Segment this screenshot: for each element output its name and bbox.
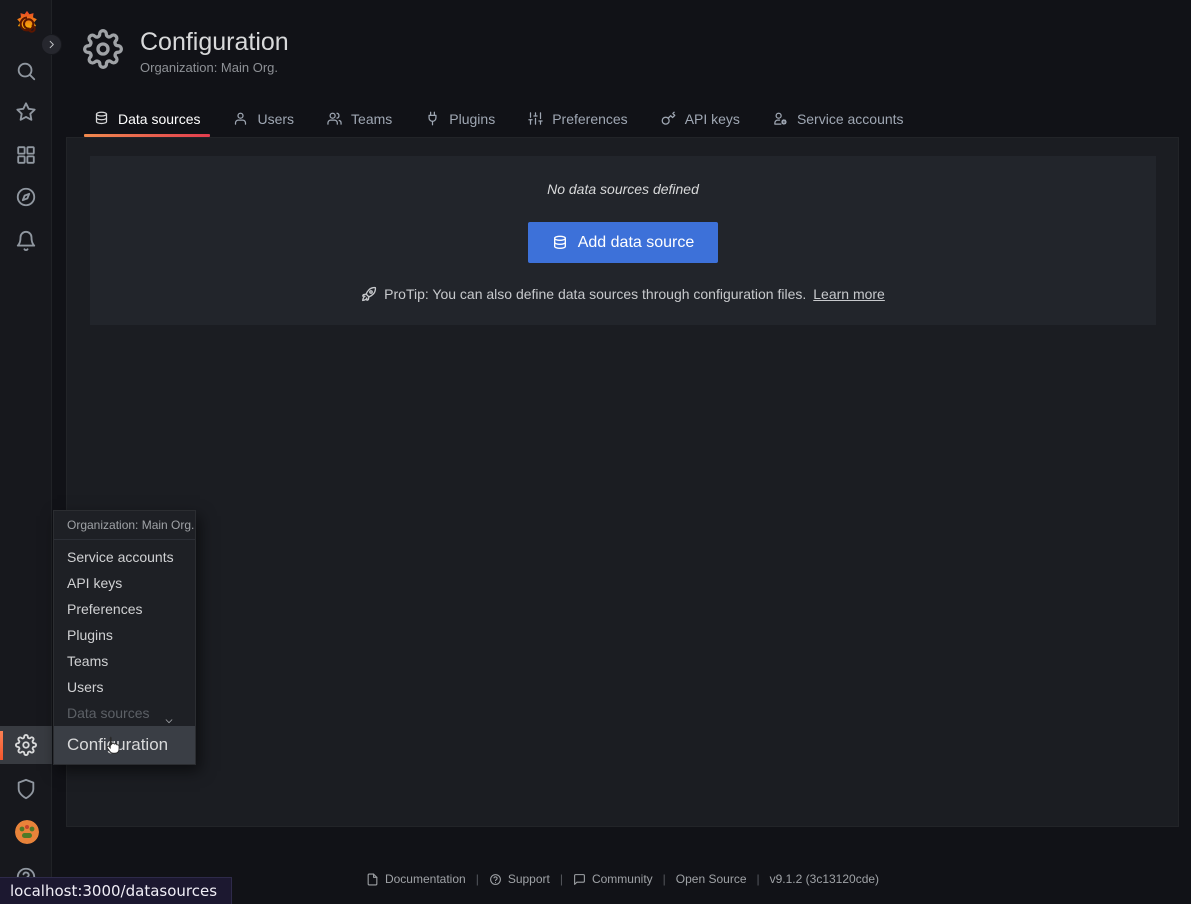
page-title: Configuration [140, 28, 289, 56]
footer-link-support[interactable]: Support [489, 872, 550, 886]
tab-label: Users [257, 111, 294, 127]
main-content: No data sources defined Add data source … [66, 137, 1179, 827]
tab-label: Preferences [552, 111, 627, 127]
chevron-down-icon [164, 716, 174, 726]
add-data-source-button[interactable]: Add data source [528, 222, 719, 263]
empty-state-panel: No data sources defined Add data source … [90, 156, 1156, 325]
sidebar-item-search[interactable] [0, 53, 52, 89]
empty-state-message: No data sources defined [547, 181, 699, 197]
sidebar-item-configuration-active-row[interactable] [0, 726, 52, 764]
learn-more-link[interactable]: Learn more [813, 286, 885, 302]
configuration-flyout-menu: Organization: Main Org. Service accounts… [53, 510, 196, 765]
tab-label: Teams [351, 111, 392, 127]
avatar[interactable] [15, 820, 39, 844]
page-subtitle: Organization: Main Org. [140, 60, 289, 75]
tab-service-accounts[interactable]: Service accounts [761, 101, 916, 136]
tab-label: API keys [685, 111, 740, 127]
footer-separator: | [663, 872, 666, 886]
page-header: Configuration Organization: Main Org. [83, 28, 289, 75]
footer-separator: | [757, 872, 760, 886]
sidebar-expand-button[interactable] [41, 34, 62, 55]
footer-link-label: Community [592, 872, 653, 886]
compass-icon [15, 186, 37, 208]
chevron-right-icon [46, 39, 57, 50]
key-icon [661, 111, 676, 126]
footer-version: v9.1.2 (3c13120cde) [770, 872, 879, 886]
configuration-gear [0, 727, 52, 763]
active-indicator-bar [0, 731, 3, 760]
database-icon [552, 235, 568, 251]
sidebar-item-starred[interactable] [0, 94, 52, 130]
flyout-items: Service accounts API keys Preferences Pl… [54, 540, 195, 726]
tab-teams[interactable]: Teams [315, 101, 404, 136]
sliders-icon [528, 111, 543, 126]
protip-text: ProTip: You can also define data sources… [384, 286, 806, 302]
tab-bar: Data sources Users Teams Plugins Prefere… [82, 101, 925, 136]
plug-icon [425, 111, 440, 126]
footer-link-documentation[interactable]: Documentation [366, 872, 466, 886]
shield-icon [15, 778, 37, 800]
footer-separator: | [476, 872, 479, 886]
document-icon [366, 873, 379, 886]
flyout-item-service-accounts[interactable]: Service accounts [54, 544, 195, 570]
tab-preferences[interactable]: Preferences [516, 101, 639, 136]
rocket-icon [361, 286, 377, 302]
sidebar-item-dashboards[interactable] [0, 137, 52, 173]
user-gear-icon [773, 111, 788, 126]
user-icon [233, 111, 248, 126]
flyout-item-users[interactable]: Users [54, 674, 195, 700]
flyout-item-plugins[interactable]: Plugins [54, 622, 195, 648]
flyout-item-data-sources[interactable]: Data sources [54, 700, 195, 726]
flyout-item-label: Data sources [67, 705, 149, 721]
bell-icon [15, 230, 37, 252]
sidebar-item-server-admin[interactable] [0, 771, 52, 807]
tab-data-sources[interactable]: Data sources [82, 101, 212, 136]
tab-api-keys[interactable]: API keys [649, 101, 752, 136]
browser-status-bar: localhost:3000/datasources [0, 877, 232, 904]
footer-link-label: Documentation [385, 872, 466, 886]
database-icon [94, 111, 109, 126]
flyout-item-teams[interactable]: Teams [54, 648, 195, 674]
footer: Documentation | Support | Community | Op… [66, 872, 1179, 886]
question-circle-icon [489, 873, 502, 886]
tab-label: Plugins [449, 111, 495, 127]
users-icon [327, 111, 342, 126]
flyout-item-api-keys[interactable]: API keys [54, 570, 195, 596]
sidebar-item-explore[interactable] [0, 179, 52, 215]
protip-row: ProTip: You can also define data sources… [361, 286, 885, 302]
tab-plugins[interactable]: Plugins [413, 101, 507, 136]
flyout-item-preferences[interactable]: Preferences [54, 596, 195, 622]
tab-label: Service accounts [797, 111, 904, 127]
grafana-logo-icon[interactable] [12, 9, 42, 39]
footer-link-label: Open Source [676, 872, 747, 886]
star-icon [15, 101, 37, 123]
flyout-title-configuration[interactable]: Configuration [54, 726, 195, 764]
footer-link-open-source[interactable]: Open Source [676, 872, 747, 886]
gear-icon [83, 29, 123, 69]
footer-link-community[interactable]: Community [573, 872, 653, 886]
apps-grid-icon [15, 144, 37, 166]
chat-icon [573, 873, 586, 886]
sidebar [0, 0, 52, 904]
tab-users[interactable]: Users [221, 101, 306, 136]
tab-label: Data sources [118, 111, 200, 127]
flyout-org-header: Organization: Main Org. [54, 511, 195, 540]
footer-link-label: Support [508, 872, 550, 886]
sidebar-item-alerting[interactable] [0, 223, 52, 259]
add-data-source-label: Add data source [578, 234, 695, 252]
search-icon [15, 60, 37, 82]
footer-separator: | [560, 872, 563, 886]
gear-icon [15, 734, 37, 756]
mouse-hand-cursor-icon [102, 734, 124, 756]
